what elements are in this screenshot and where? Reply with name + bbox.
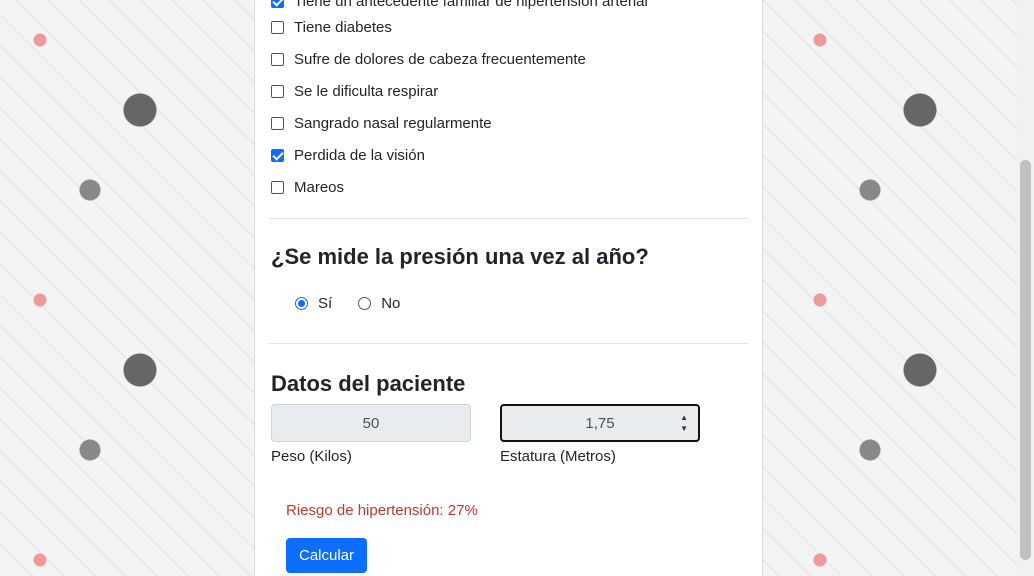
symptom-label: Perdida de la visión (294, 146, 425, 164)
symptom-checklist: Tiene un antecedente familiar de hiperte… (271, 0, 648, 203)
symptom-label: Sufre de dolores de cabeza frecuentement… (294, 50, 586, 68)
weight-field: 50 Peso (Kilos) (271, 404, 471, 465)
symptom-item[interactable]: Perdida de la visión (271, 139, 648, 171)
number-spinner-icon[interactable]: ▲ ▼ (680, 412, 688, 434)
risk-result: Riesgo de hipertensión: 27% (286, 502, 478, 519)
radio-button[interactable] (295, 297, 308, 310)
symptom-item[interactable]: Tiene un antecedente familiar de hiperte… (271, 0, 648, 11)
symptom-item[interactable]: Mareos (271, 171, 648, 203)
divider (269, 343, 748, 344)
checkbox[interactable] (271, 116, 284, 130)
scrollbar-thumb[interactable] (1020, 160, 1031, 560)
symptom-item[interactable]: Tiene diabetes (271, 11, 648, 43)
checkbox[interactable] (271, 148, 284, 162)
checkbox[interactable] (271, 20, 284, 34)
radio-label: Sí (318, 295, 333, 312)
height-value: 1,75 (585, 414, 615, 432)
checkbox[interactable] (271, 52, 284, 66)
height-field: 1,75 ▲ ▼ Estatura (Metros) (500, 404, 700, 465)
pressure-radio-group: Sí No (295, 295, 426, 312)
patient-section-title: Datos del paciente (271, 371, 466, 396)
symptom-label: Tiene un antecedente familiar de hiperte… (294, 0, 648, 10)
symptom-label: Se le dificulta respirar (294, 82, 439, 100)
page-scrollbar[interactable] (1017, 0, 1034, 576)
weight-input[interactable]: 50 (271, 404, 471, 442)
symptom-item[interactable]: Sufre de dolores de cabeza frecuentement… (271, 43, 648, 75)
symptom-item[interactable]: Sangrado nasal regularmente (271, 107, 648, 139)
radio-label: No (381, 295, 401, 312)
radio-option-yes[interactable]: Sí (295, 295, 332, 312)
weight-label: Peso (Kilos) (271, 448, 352, 465)
form-card: Tiene un antecedente familiar de hiperte… (254, 0, 763, 576)
symptom-label: Mareos (294, 178, 345, 196)
radio-button[interactable] (358, 297, 372, 310)
checkbox[interactable] (271, 0, 284, 8)
checkbox[interactable] (271, 84, 284, 98)
pressure-question-title: ¿Se mide la presión una vez al año? (271, 244, 649, 269)
calculate-button[interactable]: Calcular (286, 538, 368, 573)
symptom-label: Sangrado nasal regularmente (294, 114, 492, 132)
height-label: Estatura (Metros) (500, 448, 616, 465)
radio-option-no[interactable]: No (358, 295, 400, 312)
symptom-item[interactable]: Se le dificulta respirar (271, 75, 648, 107)
checkbox[interactable] (271, 180, 284, 194)
divider (269, 218, 748, 219)
symptom-label: Tiene diabetes (294, 18, 392, 36)
height-input[interactable]: 1,75 ▲ ▼ (500, 404, 700, 442)
